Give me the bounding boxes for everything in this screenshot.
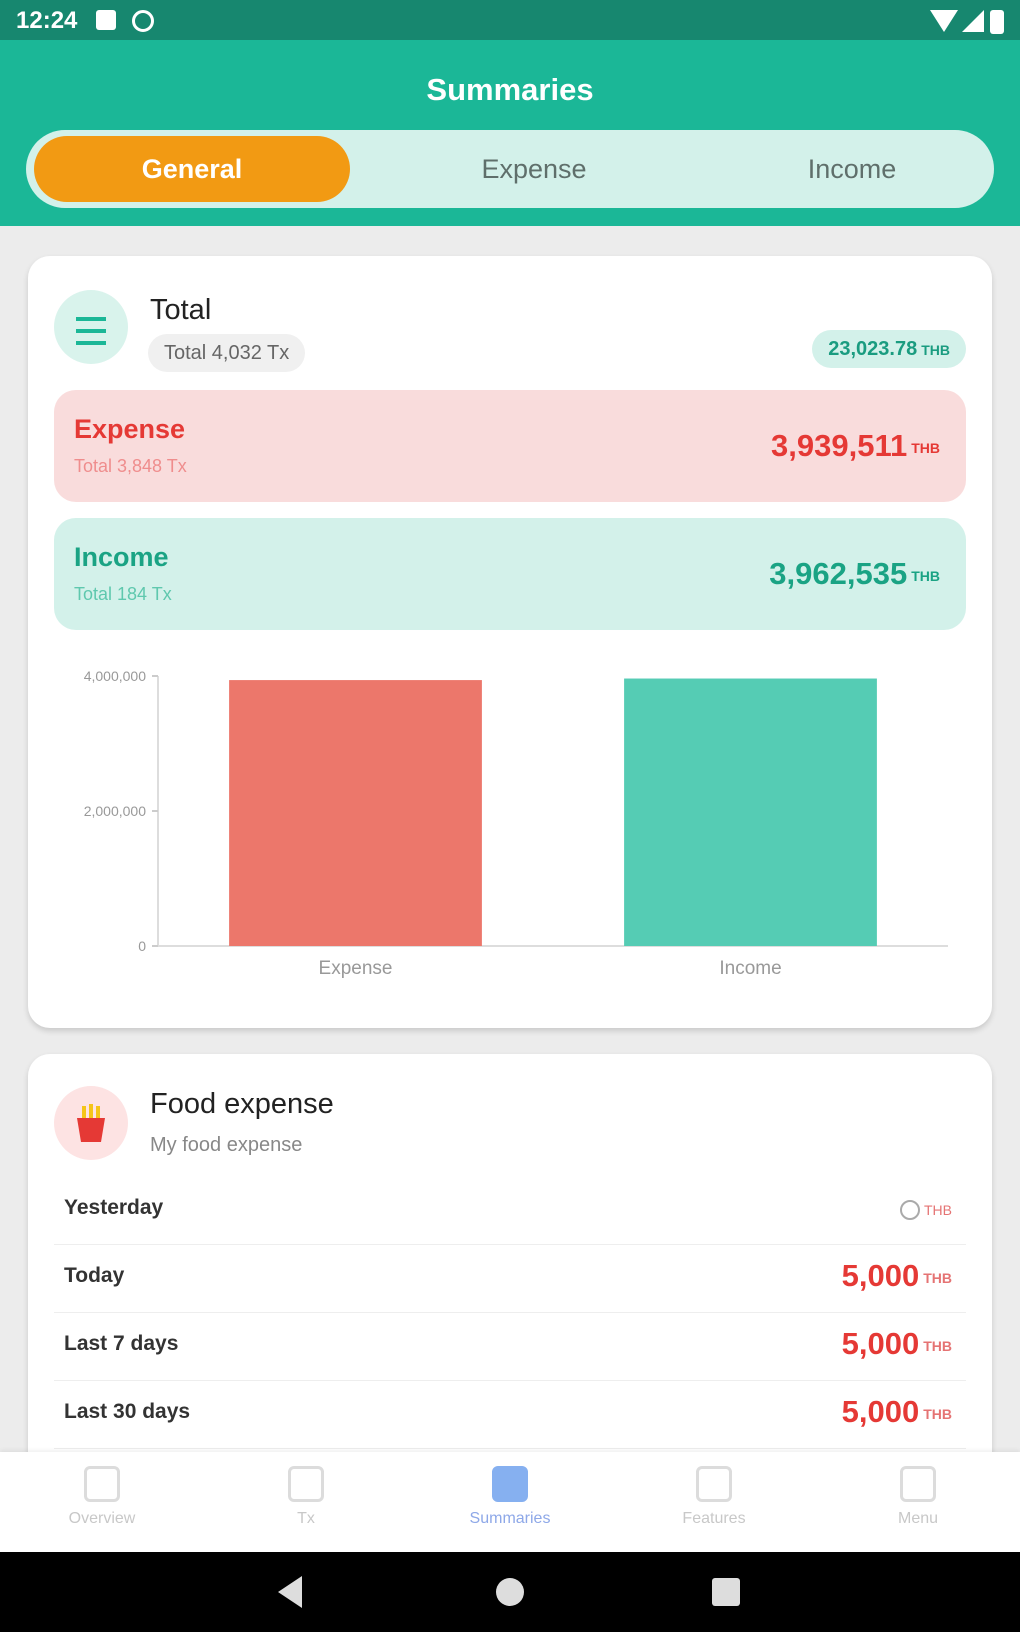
nav-label: Tx bbox=[297, 1510, 315, 1527]
food-expense-card[interactable]: Food expense My food expense Yesterday T… bbox=[28, 1054, 992, 1474]
row-amount: 5,000 bbox=[841, 1394, 920, 1429]
nav-label: Features bbox=[682, 1510, 746, 1527]
system-navigation-bar bbox=[0, 1552, 1020, 1632]
segmented-tabs: General Expense Income bbox=[26, 130, 994, 208]
nav-label: Overview bbox=[68, 1510, 136, 1527]
tab-income[interactable]: Income bbox=[694, 136, 1010, 202]
total-count-label: Total 4,032 Tx bbox=[164, 342, 290, 364]
income-summary[interactable]: Income Total 184 Tx 3,962,535 THB bbox=[54, 518, 966, 630]
nav-menu[interactable]: Menu bbox=[816, 1466, 1020, 1528]
x-tick-label: Expense bbox=[319, 958, 393, 979]
back-icon[interactable] bbox=[278, 1576, 302, 1608]
expense-unit: THB bbox=[911, 439, 940, 456]
row-label: Last 30 days bbox=[64, 1400, 191, 1423]
x-tick-label: Income bbox=[719, 958, 781, 979]
row-value: 5,000 THB bbox=[842, 1258, 952, 1294]
total-summary-card[interactable]: Total Total 4,032 Tx 23,023.78 THB Expens… bbox=[28, 256, 992, 1028]
features-icon bbox=[696, 1466, 732, 1502]
overview-icon bbox=[84, 1466, 120, 1502]
income-label: Income bbox=[74, 542, 169, 572]
income-count: Total 184 Tx bbox=[74, 584, 172, 604]
y-tick-label: 0 bbox=[138, 938, 146, 954]
y-tick-label: 2,000,000 bbox=[84, 803, 146, 819]
battery-icon bbox=[990, 10, 1004, 34]
row-value: THB bbox=[900, 1196, 952, 1222]
income-amount: 3,962,535 bbox=[769, 556, 908, 591]
row-unit: THB bbox=[924, 1202, 952, 1219]
tab-general[interactable]: General bbox=[34, 136, 350, 202]
summaries-icon bbox=[492, 1466, 528, 1502]
food-avatar bbox=[54, 1086, 128, 1160]
transactions-icon bbox=[288, 1466, 324, 1502]
balance-unit: THB bbox=[921, 341, 950, 358]
food-row-today: Today 5,000 THB bbox=[54, 1244, 966, 1313]
status-bar: 12:24 bbox=[0, 0, 1020, 40]
recent-apps-icon[interactable] bbox=[712, 1578, 740, 1606]
expense-amount-wrap: 3,939,511 THB bbox=[771, 428, 940, 464]
row-amount: 5,000 bbox=[841, 1326, 920, 1361]
wifi-icon bbox=[930, 10, 958, 32]
nav-overview[interactable]: Overview bbox=[0, 1466, 204, 1528]
income-amount-wrap: 3,962,535 THB bbox=[769, 556, 940, 592]
notification-icon bbox=[132, 10, 154, 32]
page-title: Summaries bbox=[426, 72, 594, 107]
row-label: Last 7 days bbox=[64, 1332, 179, 1355]
lock-icon bbox=[96, 10, 116, 30]
bottom-navigation: Overview Tx Summaries Features Menu bbox=[0, 1452, 1020, 1552]
nav-features[interactable]: Features bbox=[612, 1466, 816, 1528]
row-value: 5,000 THB bbox=[842, 1394, 952, 1430]
nav-tx[interactable]: Tx bbox=[204, 1466, 408, 1528]
status-time: 12:24 bbox=[16, 7, 78, 34]
income-unit: THB bbox=[911, 567, 940, 584]
nav-summaries[interactable]: Summaries bbox=[408, 1466, 612, 1528]
balance-badge: 23,023.78 THB bbox=[812, 330, 966, 368]
cellular-icon bbox=[962, 10, 984, 32]
bar-expense bbox=[229, 680, 482, 946]
list-icon bbox=[76, 317, 106, 345]
row-unit: THB bbox=[923, 1269, 952, 1286]
expense-count: Total 3,848 Tx bbox=[74, 456, 187, 476]
total-count-badge: Total 4,032 Tx bbox=[148, 334, 306, 372]
y-tick-label: 4,000,000 bbox=[84, 668, 146, 684]
expense-amount: 3,939,511 bbox=[771, 428, 908, 463]
tab-expense[interactable]: Expense bbox=[376, 136, 692, 202]
food-subtitle: My food expense bbox=[150, 1134, 303, 1156]
expense-summary[interactable]: Expense Total 3,848 Tx 3,939,511 THB bbox=[54, 390, 966, 502]
food-row-yesterday: Yesterday THB bbox=[54, 1176, 966, 1245]
fries-icon bbox=[77, 1104, 105, 1142]
expense-income-bar-chart: 0 2,000,000 4,000,000 Expense Income bbox=[84, 668, 948, 979]
expense-label: Expense bbox=[74, 414, 186, 444]
nav-label: Summaries bbox=[469, 1510, 551, 1527]
row-unit: THB bbox=[923, 1337, 952, 1354]
row-label: Today bbox=[64, 1264, 125, 1287]
clock-icon bbox=[900, 1200, 920, 1221]
food-title: Food expense bbox=[150, 1088, 334, 1120]
nav-label: Menu bbox=[897, 1510, 939, 1527]
row-amount: 5,000 bbox=[841, 1258, 920, 1293]
bar-income bbox=[624, 678, 877, 946]
row-value: 5,000 THB bbox=[842, 1326, 952, 1362]
food-row-last-7-days: Last 7 days 5,000 THB bbox=[54, 1312, 966, 1381]
app-header: Summaries General Expense Income bbox=[0, 40, 1020, 226]
total-title: Total bbox=[150, 294, 212, 326]
total-avatar bbox=[54, 290, 128, 364]
row-label: Yesterday bbox=[64, 1196, 164, 1219]
balance-value: 23,023.78 bbox=[828, 338, 918, 360]
home-icon[interactable] bbox=[496, 1578, 524, 1606]
menu-icon bbox=[900, 1466, 936, 1502]
row-unit: THB bbox=[923, 1405, 952, 1422]
food-row-last-30-days: Last 30 days 5,000 THB bbox=[54, 1380, 966, 1449]
